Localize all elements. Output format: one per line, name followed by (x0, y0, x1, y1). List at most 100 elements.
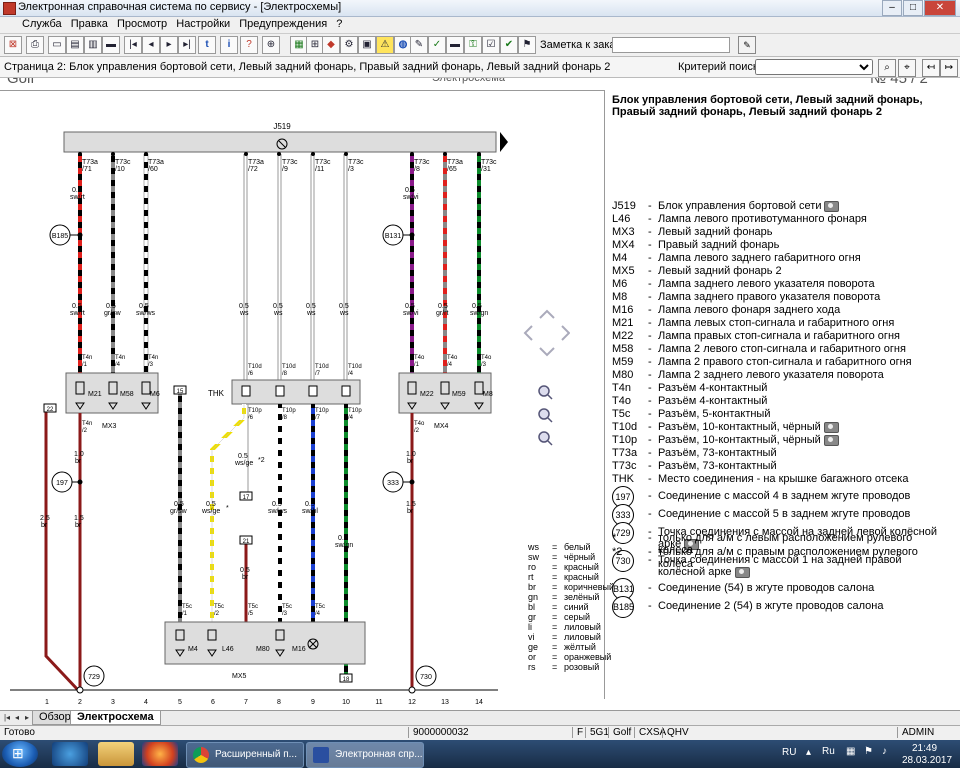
open-document-icon[interactable]: ▤ (66, 36, 84, 54)
new-document-icon[interactable]: ▭ (48, 36, 66, 54)
minimize-button[interactable]: – (882, 0, 902, 16)
tray-ru-icon[interactable]: Ru (822, 746, 835, 757)
svg-text:T4o: T4o (414, 421, 425, 427)
zoom-out-icon[interactable] (538, 431, 550, 443)
menu-help[interactable]: ? (336, 17, 348, 30)
svg-text:0.5: 0.5 (106, 303, 116, 310)
menu-view[interactable]: Просмотр (117, 17, 173, 30)
zoom-in-icon[interactable] (538, 408, 550, 420)
tab-scroll-first-icon[interactable]: |◂ (2, 712, 12, 723)
m22-label: M22 (420, 391, 434, 398)
tray-arrow-icon[interactable]: ▴ (806, 747, 811, 758)
svg-text:/4: /4 (348, 371, 354, 377)
print-icon[interactable]: ⎙ (26, 36, 44, 54)
settings-icon[interactable]: ⚙ (340, 36, 358, 54)
tab-wiring[interactable]: Электросхема (70, 711, 161, 725)
svg-text:0.5: 0.5 (174, 501, 184, 508)
maximize-button[interactable]: □ (903, 0, 923, 16)
task-browser[interactable]: Расширенный п... (186, 742, 304, 768)
close-button[interactable]: ✕ (924, 0, 956, 16)
tab-scroll-next-icon[interactable]: ▸ (22, 712, 32, 723)
legend-dash: - (648, 200, 652, 212)
pan-right-icon[interactable] (561, 325, 570, 341)
clock-time[interactable]: 21:49 (912, 743, 937, 754)
svg-text:/4: /4 (315, 611, 321, 617)
info-icon[interactable]: i (220, 36, 238, 54)
search-next-icon[interactable]: ⌖ (898, 59, 916, 77)
legend-desc-text: Место соединения - на крышке багажного о… (658, 473, 909, 485)
menu-settings[interactable]: Настройки (176, 17, 236, 30)
task-elsa[interactable]: Электронная спр... (306, 742, 424, 768)
doc-check-icon[interactable]: ✔ (500, 36, 518, 54)
chrome-icon (193, 747, 209, 763)
legend-code: MX5 (612, 265, 635, 277)
camera-icon[interactable] (823, 421, 839, 433)
thk-label: THK (208, 389, 225, 398)
ref22-label: 22 (47, 407, 54, 413)
tool-icon[interactable]: ✎ (410, 36, 428, 54)
explorer-icon[interactable] (98, 742, 134, 766)
first-page-icon[interactable]: |◂ (124, 36, 142, 54)
pan-left-icon[interactable] (523, 325, 533, 341)
search-select[interactable] (755, 59, 873, 75)
next-page-icon[interactable]: ▸ (160, 36, 178, 54)
note-input[interactable] (612, 37, 730, 53)
search-binoculars-icon[interactable]: ⌕ (878, 59, 896, 77)
legend-code: M8 (612, 291, 628, 303)
book-icon[interactable]: ◆ (322, 36, 340, 54)
car-icon[interactable]: ▬ (446, 36, 464, 54)
clock-date[interactable]: 28.03.2017 (902, 755, 952, 766)
star2-label: *2 (258, 457, 265, 464)
start-button[interactable] (2, 741, 38, 767)
memo-icon[interactable]: ▣ (358, 36, 376, 54)
flag-tray-icon[interactable]: ⚑ (864, 746, 873, 757)
camera-icon[interactable] (824, 200, 840, 212)
legend-desc-text: Блок управления бортовой сети (658, 200, 822, 212)
key-icon[interactable]: ⚿ (464, 36, 482, 54)
svg-text:T5c: T5c (248, 604, 258, 610)
svg-text:sw/bl: sw/bl (302, 508, 318, 515)
exit-icon[interactable]: ⊠ (4, 36, 22, 54)
warning-icon[interactable]: ⚠ (376, 36, 394, 54)
volume-icon[interactable]: ♪ (882, 746, 887, 757)
last-page-icon[interactable]: ▸| (178, 36, 196, 54)
checklist-icon[interactable]: ☑ (482, 36, 500, 54)
svg-text:/2: /2 (82, 428, 88, 434)
svg-text:0.5: 0.5 (339, 303, 349, 310)
menu-service[interactable]: Служба (0, 17, 68, 30)
note-edit-icon[interactable]: ✎ (738, 36, 756, 54)
title-bar: Электронная справочная система по сервис… (0, 0, 960, 17)
legend-dash: - (648, 317, 652, 329)
flag-icon[interactable]: ⚑ (518, 36, 536, 54)
vehicle-icon[interactable]: ▬ (102, 36, 120, 54)
check-icon[interactable]: ✓ (428, 36, 446, 54)
legend-desc-text: Левый задний фонарь (658, 226, 773, 238)
svg-text:1.0: 1.0 (74, 451, 84, 458)
network-icon[interactable]: ▦ (846, 746, 855, 757)
ie-icon[interactable] (52, 742, 88, 766)
legend-desc-text: Лампа левого заднего габаритного огня (658, 252, 861, 264)
prev-page-icon[interactable]: ◂ (142, 36, 160, 54)
language-indicator[interactable]: RU (782, 747, 796, 758)
question-icon[interactable]: ? (240, 36, 258, 54)
svg-text:ws: ws (339, 310, 349, 317)
notes-icon[interactable]: ▥ (84, 36, 102, 54)
svg-text:/6: /6 (248, 371, 254, 377)
star-label: * (226, 505, 229, 512)
link-icon[interactable]: ⊕ (262, 36, 280, 54)
tab-scroll-prev-icon[interactable]: ◂ (12, 712, 22, 723)
pan-up-icon[interactable] (539, 309, 555, 319)
zoom-icon[interactable] (538, 385, 550, 397)
legend-desc-text: Разъём, 73-контактный (658, 460, 777, 472)
back-icon[interactable]: ↤ (922, 59, 940, 77)
legend-code: THK (612, 473, 634, 485)
forward-icon[interactable]: ↦ (940, 59, 958, 77)
svg-text:ws: ws (239, 310, 249, 317)
svg-text:11: 11 (375, 699, 382, 706)
menu-edit[interactable]: Правка (71, 17, 114, 30)
menu-warnings[interactable]: Предупреждения (239, 17, 333, 30)
firefox-icon[interactable] (142, 742, 178, 766)
camera-icon[interactable] (823, 434, 839, 446)
pan-down-icon[interactable] (539, 347, 555, 357)
jump-icon[interactable]: t (198, 36, 216, 54)
